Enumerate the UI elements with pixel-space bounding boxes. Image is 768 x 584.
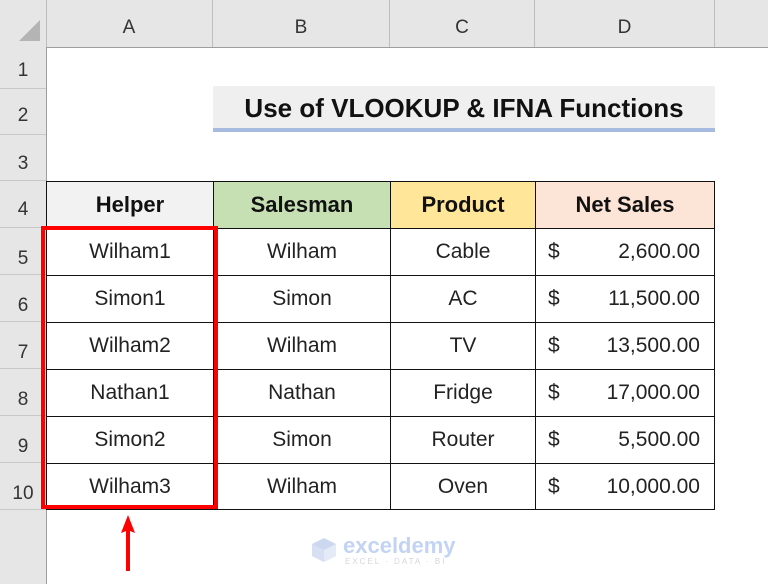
column-header-b[interactable]: B [213,0,390,47]
cell-net-sales[interactable]: $ 5,500.00 [535,416,715,464]
cell-helper[interactable]: Wilham2 [46,322,214,370]
currency-symbol: $ [548,475,560,498]
cell-net-sales[interactable]: $ 17,000.00 [535,369,715,417]
currency-symbol: $ [548,381,560,404]
net-sales-value: 17,000.00 [606,381,700,404]
currency-symbol: $ [548,428,560,451]
cell-salesman[interactable]: Simon [213,275,391,323]
row-header-1[interactable]: 1 [0,47,46,89]
cell-net-sales[interactable]: $ 11,500.00 [535,275,715,323]
currency-symbol: $ [548,334,560,357]
net-sales-value: 5,500.00 [618,428,700,451]
watermark-tagline: EXCEL · DATA · BI [345,557,447,566]
currency-symbol: $ [548,240,560,263]
cell-salesman[interactable]: Simon [213,416,391,464]
currency-symbol: $ [548,287,560,310]
header-helper[interactable]: Helper [46,181,214,229]
cell-product[interactable]: AC [390,275,536,323]
row-header-10[interactable]: 10 [0,463,46,510]
header-salesman[interactable]: Salesman [213,181,391,229]
header-net-sales[interactable]: Net Sales [535,181,715,229]
net-sales-value: 11,500.00 [608,287,700,310]
sheet-title[interactable]: Use of VLOOKUP & IFNA Functions [213,86,715,132]
cell-salesman[interactable]: Wilham [213,322,391,370]
cell-helper[interactable]: Wilham3 [46,463,214,510]
cell-product[interactable]: TV [390,322,536,370]
row-header-2[interactable]: 2 [0,89,46,135]
row-header-4[interactable]: 4 [0,181,46,228]
row-header-6[interactable]: 6 [0,275,46,322]
cell-net-sales[interactable]: $ 13,500.00 [535,322,715,370]
cell-product[interactable]: Fridge [390,369,536,417]
select-all-button[interactable] [0,0,47,47]
cell-helper[interactable]: Simon2 [46,416,214,464]
header-product[interactable]: Product [390,181,536,229]
cell-helper[interactable]: Wilham1 [46,228,214,276]
exceldemy-logo-icon [312,538,336,562]
column-header-a[interactable]: A [46,0,213,47]
up-arrow-icon [121,515,135,571]
cell-salesman[interactable]: Nathan [213,369,391,417]
row-header-3[interactable]: 3 [0,135,46,181]
column-header-c[interactable]: C [390,0,535,47]
watermark-name: exceldemy [343,533,456,558]
cell-helper[interactable]: Simon1 [46,275,214,323]
select-all-triangle-icon [19,20,40,41]
column-header-d[interactable]: D [535,0,715,47]
row-header-7[interactable]: 7 [0,322,46,369]
net-sales-value: 13,500.00 [606,334,700,357]
cell-salesman[interactable]: Wilham [213,228,391,276]
cell-product[interactable]: Oven [390,463,536,510]
cell-net-sales[interactable]: $ 2,600.00 [535,228,715,276]
cell-product[interactable]: Router [390,416,536,464]
cell-salesman[interactable]: Wilham [213,463,391,510]
net-sales-value: 2,600.00 [618,240,700,263]
cell-product[interactable]: Cable [390,228,536,276]
row-header-5[interactable]: 5 [0,228,46,275]
cell-helper[interactable]: Nathan1 [46,369,214,417]
cell-net-sales[interactable]: $ 10,000.00 [535,463,715,510]
net-sales-value: 10,000.00 [606,475,700,498]
exceldemy-watermark: exceldemy EXCEL · DATA · BI [311,533,471,569]
row-header-9[interactable]: 9 [0,416,46,463]
row-header-8[interactable]: 8 [0,369,46,416]
